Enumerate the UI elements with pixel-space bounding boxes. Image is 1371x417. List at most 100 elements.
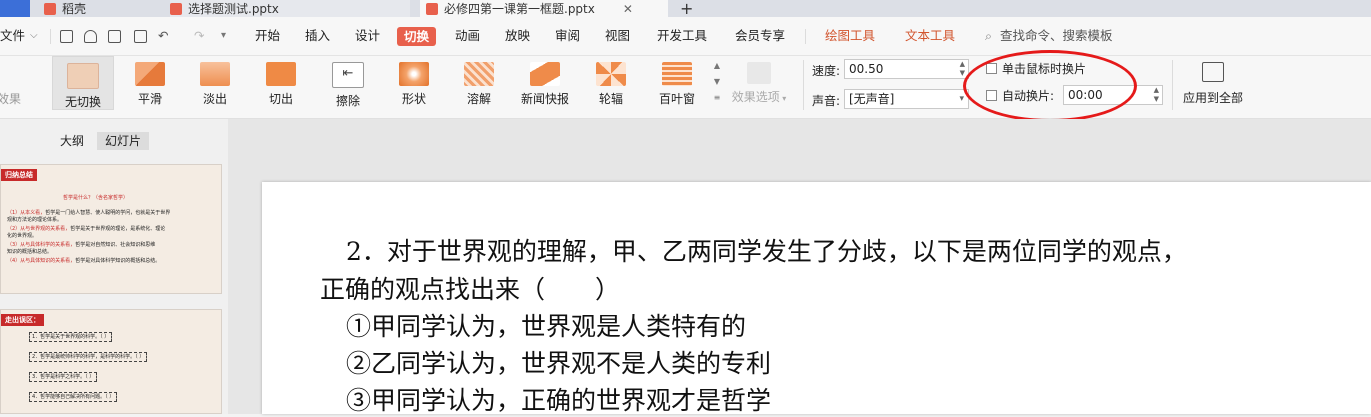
menu-drawing-tools[interactable]: 绘图工具: [825, 17, 875, 55]
sound-label: 声音:: [812, 94, 841, 108]
file-menu[interactable]: 文件: [0, 17, 25, 55]
thumbnail-line: 观和方法论的理论体系。: [7, 217, 63, 223]
tab-label: 选择题测试.pptx: [188, 2, 279, 16]
option-line[interactable]: ①甲同学认为，世界观是人类特有的: [346, 307, 746, 343]
print-icon[interactable]: [108, 30, 121, 43]
print-preview-icon[interactable]: [84, 30, 97, 43]
slide-tag: 归纳总结: [1, 169, 37, 181]
sound-select[interactable]: [无声音] ▾: [844, 89, 969, 109]
transition-shape-icon: [399, 62, 429, 86]
speed-value: 00.50: [849, 62, 884, 76]
menu-developer[interactable]: 开发工具: [657, 17, 707, 55]
close-tab-icon[interactable]: ✕: [623, 2, 633, 16]
annotation-circle: [963, 50, 1137, 122]
chevron-down-icon[interactable]: ▼: [711, 74, 723, 90]
wipe-arrow-icon: ⇤: [332, 62, 364, 88]
transition-newsflash[interactable]: 新闻快报: [514, 56, 576, 110]
menu-transitions[interactable]: 切换: [397, 27, 437, 46]
speed-input[interactable]: 00.50 ▲ ▼: [844, 59, 969, 79]
chevron-up-icon[interactable]: ▲: [711, 58, 723, 74]
pptx-file-icon: [426, 2, 438, 15]
tab-document[interactable]: 选择题测试.pptx: [170, 0, 410, 17]
save-icon[interactable]: [60, 30, 73, 43]
transition-none[interactable]: 无切换: [52, 56, 114, 110]
slide-thumbnail[interactable]: 归纳总结 哲学是什么？（含名家哲学） （1）从本义看，哲学是一门给人智慧、使人聪…: [0, 164, 222, 294]
thumbnail-line: （3）从与具体科学的关系看，哲学是对自然知识、社会知识和思维: [7, 242, 156, 248]
pptx-file-icon: [170, 2, 182, 15]
spinner-icon[interactable]: ▲ ▼: [960, 60, 965, 78]
tab-docer[interactable]: 稻壳: [44, 0, 164, 17]
menu-animation[interactable]: 动画: [455, 17, 480, 55]
transition-wheel[interactable]: 轮辐: [580, 56, 642, 110]
divider: [50, 29, 51, 44]
effects-button[interactable]: 效果: [0, 56, 36, 110]
app-menu-tab[interactable]: [0, 0, 30, 17]
transition-wipe[interactable]: ⇤ 擦除: [317, 56, 379, 110]
menu-bar: 文件 ⌵ ↶ ↷ ▾ 开始 插入 设计 切换 动画 放映 审阅 视图 开发工具 …: [0, 17, 1371, 56]
transition-wheel-icon: [596, 62, 626, 86]
slide-page[interactable]: 2．对于世界观的理解，甲、乙两同学发生了分歧，以下是两位同学的观点， 正确的观点…: [262, 182, 1371, 417]
new-tab-button[interactable]: +: [680, 0, 694, 17]
transition-blinds[interactable]: 百叶窗: [646, 56, 708, 110]
chevron-down-icon[interactable]: ⌵: [30, 17, 38, 55]
transition-label: 无切换: [64, 95, 101, 109]
divider: [805, 29, 806, 44]
redo-icon[interactable]: ↷: [194, 17, 204, 55]
menu-home[interactable]: 开始: [255, 17, 280, 55]
sound-value: [无声音]: [849, 92, 895, 106]
menu-review[interactable]: 审阅: [555, 17, 580, 55]
slide-thumbnail[interactable]: 走出误区： 1．哲学是关于世界观的科学。（ ） 2．哲学是最统帅科学的科学，是科…: [0, 309, 222, 414]
divider: [803, 60, 804, 110]
transition-label: 轮辐: [598, 92, 623, 106]
transition-fade-icon: [200, 62, 230, 86]
transition-cut[interactable]: 切出: [250, 56, 312, 110]
tab-slides[interactable]: 幻灯片: [97, 132, 150, 150]
thumbnail-title: 哲学是什么？（含名家哲学）: [63, 195, 129, 201]
wps-docer-icon: [44, 2, 56, 15]
speed-label: 速度:: [812, 64, 841, 78]
tab-label: 稻壳: [62, 2, 87, 16]
menu-member[interactable]: 会员专享: [735, 17, 785, 55]
thumbnail-line: 3．哲学是科学之科学。（ ）: [29, 372, 98, 382]
transition-dissolve[interactable]: 溶解: [448, 56, 510, 110]
transition-label: 溶解: [466, 92, 491, 106]
transition-smooth-icon: [135, 62, 165, 86]
tab-document-active[interactable]: 必修四第一课第一框题.pptx ✕: [420, 0, 668, 17]
transition-label: 平滑: [137, 92, 162, 106]
apply-to-all-icon: [1202, 62, 1224, 82]
chevron-down-icon[interactable]: ▾: [959, 90, 964, 108]
menu-view[interactable]: 视图: [605, 17, 630, 55]
slide-panel: 大纲 幻灯片 归纳总结 哲学是什么？（含名家哲学） （1）从本义看，哲学是一门给…: [0, 119, 228, 414]
transition-fade[interactable]: 淡出: [184, 56, 246, 110]
tab-outline[interactable]: 大纲: [52, 132, 92, 150]
gallery-scroll[interactable]: ▲ ▼ ≡: [711, 58, 723, 106]
transition-smooth[interactable]: 平滑: [119, 56, 181, 110]
apply-to-all-label: 应用到全部: [1182, 91, 1243, 105]
spinner-icon[interactable]: ▲ ▼: [1154, 86, 1159, 104]
thumbnail-line: 1．哲学是关于世界观的科学。（ ）: [29, 332, 113, 342]
slide-tag: 走出误区：: [1, 314, 44, 326]
question-line[interactable]: 正确的观点找出来（ ）: [320, 270, 620, 306]
menu-insert[interactable]: 插入: [305, 17, 330, 55]
divider: [1172, 60, 1173, 110]
preview-icon[interactable]: [134, 30, 147, 43]
menu-text-tools[interactable]: 文本工具: [905, 17, 955, 55]
apply-to-all-button[interactable]: 应用到全部: [1176, 56, 1250, 110]
effect-options-icon: [747, 62, 771, 84]
thumbnail-line: （1）从本义看，哲学是一门给人智慧、使人聪明的学问，也就是关于世界: [7, 210, 171, 216]
menu-design[interactable]: 设计: [355, 17, 380, 55]
transition-newsflash-icon: [530, 62, 560, 86]
effect-options-button[interactable]: 效果选项 ▾: [728, 56, 790, 110]
menu-slideshow[interactable]: 放映: [505, 17, 530, 55]
undo-icon[interactable]: ↶: [158, 17, 168, 55]
search-icon[interactable]: ⌕: [985, 17, 992, 55]
option-line[interactable]: ②乙同学认为，世界观不是人类的专利: [346, 344, 771, 380]
transition-none-icon: [67, 63, 99, 89]
transition-shape[interactable]: 形状: [383, 56, 445, 110]
customize-quickbar-icon[interactable]: ▾: [221, 17, 226, 55]
question-line[interactable]: 2．对于世界观的理解，甲、乙两同学发生了分歧，以下是两位同学的观点，: [346, 232, 1187, 268]
gallery-expand-icon[interactable]: ≡: [711, 90, 723, 106]
option-line[interactable]: ③甲同学认为，正确的世界观才是哲学: [346, 381, 771, 417]
transition-label: 百叶窗: [658, 92, 695, 106]
tab-label: 必修四第一课第一框题.pptx: [444, 2, 595, 16]
